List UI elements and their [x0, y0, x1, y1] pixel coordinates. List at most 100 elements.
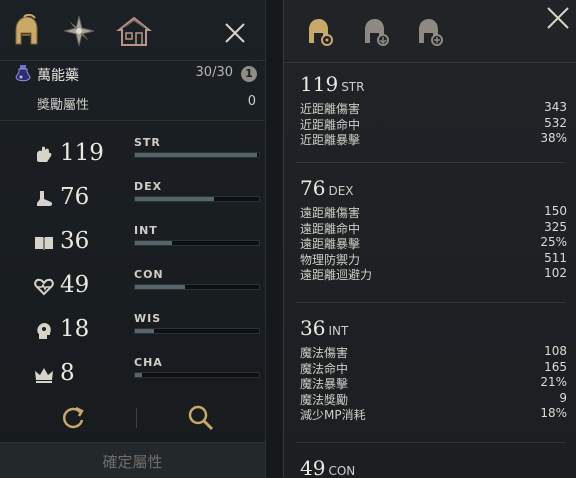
close-icon: [547, 7, 569, 29]
compass-star-icon: [63, 15, 95, 47]
toolbar-divider: [136, 408, 137, 428]
section-value: 49: [300, 456, 326, 478]
detail-row: 近距離命中 532: [300, 116, 567, 132]
magnifier-icon: [188, 405, 214, 431]
section-con: 49 CON: [284, 456, 576, 478]
section-abbr: DEX: [328, 184, 354, 198]
close-icon: [225, 23, 245, 43]
tab-helmet-down[interactable]: [360, 16, 392, 48]
section-header: 119 STR: [300, 72, 576, 100]
stat-value: 18: [60, 316, 90, 342]
search-button[interactable]: [186, 403, 216, 433]
detail-value: 511: [544, 250, 567, 265]
stat-bar-fill: [135, 241, 173, 245]
section-str: 119 STR 近距離傷害 343 近距離命中 532 近距離暴擊 38%: [284, 72, 576, 147]
tab-helmet-gear[interactable]: [304, 16, 336, 48]
stat-name: WIS: [134, 312, 162, 325]
section-divider: [296, 162, 565, 163]
detail-row: 近距離傷害 343: [300, 100, 567, 116]
stat-name: INT: [134, 224, 158, 237]
stat-row-cha[interactable]: 8 CHA: [0, 356, 265, 396]
tab-house[interactable]: [116, 14, 152, 50]
detail-label: 遠距離傷害: [300, 206, 361, 220]
detail-row: 遠距離命中 325: [300, 220, 567, 236]
stat-row-wis[interactable]: 18 WIS: [0, 312, 265, 352]
boot-icon: [37, 191, 53, 206]
detail-row: 魔法獎勵 9: [300, 391, 567, 407]
stat-row-dex[interactable]: 76 DEX: [0, 180, 265, 220]
left-tab-bar: [0, 0, 265, 61]
detail-value: 21%: [540, 375, 567, 389]
detail-value: 343: [544, 100, 567, 114]
stat-bar: [134, 152, 260, 158]
stat-name: DEX: [134, 180, 163, 193]
stat-name: STR: [134, 136, 161, 149]
tab-helmet-plus[interactable]: [414, 16, 446, 48]
close-left-button[interactable]: [224, 22, 246, 44]
detail-row: 近距離暴擊 38%: [300, 131, 567, 147]
detail-label: 減少MP消耗: [300, 408, 366, 422]
info-badge[interactable]: 1: [241, 66, 257, 82]
stat-bar: [134, 328, 260, 334]
section-dex: 76 DEX 遠距離傷害 150 遠距離命中 325 遠距離暴擊 25% 物理防禦力 51…: [284, 176, 576, 282]
detail-label: 近距離命中: [300, 117, 361, 132]
detail-value: 9: [559, 390, 567, 405]
tab-character-helmet[interactable]: [10, 14, 46, 50]
detail-value: 25%: [540, 235, 567, 249]
detail-row: 魔法命中 165: [300, 360, 567, 376]
detail-label: 遠距離命中: [300, 221, 361, 236]
stat-bar: [134, 240, 260, 246]
detail-label: 魔法傷害: [300, 346, 349, 360]
section-value: 36: [300, 316, 326, 340]
stat-bar-fill: [135, 197, 215, 201]
head-icon: [37, 323, 51, 339]
section-abbr: STR: [341, 80, 365, 94]
reset-button[interactable]: [58, 403, 88, 433]
section-abbr: CON: [328, 464, 356, 478]
detail-row: 魔法傷害 108: [300, 344, 567, 360]
stat-name: CHA: [134, 356, 163, 369]
heart-icon: [34, 278, 54, 296]
detail-row: 遠距離迴避力 102: [300, 266, 567, 282]
stat-bar-fill: [135, 153, 257, 157]
stat-row-int[interactable]: 36 INT: [0, 224, 265, 264]
stat-details-panel: 119 STR 近距離傷害 343 近距離命中 532 近距離暴擊 38% 76 DEX …: [283, 0, 576, 478]
stat-row-str[interactable]: 119 STR: [0, 136, 265, 176]
stat-allocation-panel: 萬能藥 30/30 1 獎勵屬性 0 119 STR 76 DEX 36 INT: [0, 0, 266, 478]
detail-value: 532: [544, 115, 567, 130]
detail-value: 108: [544, 344, 567, 358]
detail-row: 減少MP消耗 18%: [300, 406, 567, 422]
potion-count: 30/30: [195, 65, 233, 80]
detail-value: 102: [544, 266, 567, 280]
stat-name: CON: [134, 268, 164, 281]
detail-value: 165: [544, 359, 567, 374]
detail-label: 近距離暴擊: [300, 133, 361, 147]
section-int: 36 INT 魔法傷害 108 魔法命中 165 魔法暴擊 21% 魔法獎勵 9 減少MP…: [284, 316, 576, 422]
detail-label: 近距離傷害: [300, 102, 361, 116]
stat-value: 49: [60, 272, 90, 298]
elixir-row: 萬能藥 30/30 1: [0, 62, 265, 86]
detail-label: 魔法命中: [300, 361, 349, 376]
stat-bar: [134, 196, 260, 202]
stat-row-con[interactable]: 49 CON: [0, 268, 265, 308]
bottom-toolbar: [0, 398, 265, 438]
stat-value: 8: [60, 360, 75, 386]
close-right-button[interactable]: [546, 6, 570, 30]
stat-bar: [134, 284, 260, 290]
detail-row: 物理防禦力 511: [300, 251, 567, 267]
detail-value: 325: [544, 219, 567, 234]
bonus-attribute-value: 0: [247, 94, 256, 109]
detail-label: 遠距離迴避力: [300, 268, 373, 282]
tab-compass[interactable]: [62, 14, 98, 50]
stat-bar: [134, 372, 260, 378]
detail-label: 魔法獎勵: [300, 392, 349, 407]
detail-value: 38%: [540, 131, 567, 145]
helmet-icon: [15, 14, 38, 45]
helmet-gear-icon: [309, 19, 333, 46]
stat-bar-fill: [135, 329, 154, 333]
confirm-attributes-button[interactable]: 確定屬性: [0, 442, 265, 478]
potion-icon: [15, 65, 31, 82]
fist-icon: [37, 146, 52, 162]
section-divider: [296, 442, 565, 443]
stat-bar-fill: [135, 285, 185, 289]
